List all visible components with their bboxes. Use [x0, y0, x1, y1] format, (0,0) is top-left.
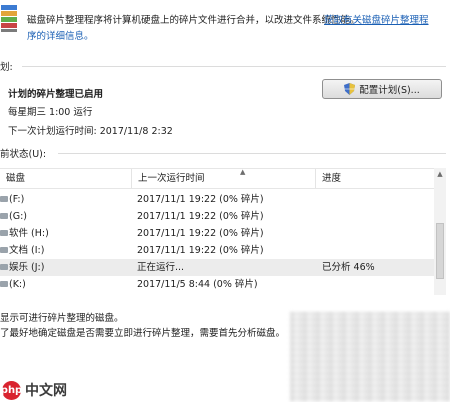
last-run: 2017/11/1 19:22 (0% 碎片) — [137, 228, 264, 239]
table-row[interactable]: (K:) 2017/11/5 8:44 (0% 碎片) — [0, 276, 434, 293]
disk-list-hint: 显示可进行碎片整理的磁盘。 — [0, 313, 124, 324]
help-link[interactable]: 获取有关磁盘碎片整理程 — [324, 12, 429, 26]
description-link-continued[interactable]: 序的详细信息。 — [27, 28, 94, 42]
last-run: 正在运行... — [137, 262, 185, 273]
table-row[interactable]: 软件 (H:) 2017/11/1 19:22 (0% 碎片) — [0, 225, 434, 242]
blurred-region — [290, 312, 450, 402]
column-header-progress[interactable]: 进度 — [316, 169, 434, 188]
last-run: 2017/11/1 19:22 (0% 碎片) — [137, 194, 264, 205]
drive-icon — [0, 196, 8, 202]
column-header-disk[interactable]: 磁盘 — [0, 169, 132, 188]
disk-name: 文档 (I:) — [9, 245, 45, 256]
drive-icon — [0, 264, 8, 270]
drive-icon — [0, 213, 8, 219]
last-run: 2017/11/1 19:22 (0% 碎片) — [137, 245, 264, 256]
status-divider — [58, 153, 446, 154]
disk-name: 娱乐 (J:) — [9, 262, 45, 273]
disk-name: 软件 (H:) — [9, 228, 49, 239]
table-row-selected[interactable]: 娱乐 (J:) 正在运行... 已分析 46% — [0, 259, 434, 276]
description-text: 磁盘碎片整理程序将计算机硬盘上的碎片文件进行合并，以改进文件系统性能。 — [27, 15, 360, 26]
disk-name: (K:) — [9, 279, 26, 290]
table-row[interactable]: (F:) 2017/11/1 19:22 (0% 碎片) — [0, 191, 434, 208]
analyze-hint: 了最好地确定磁盘是否需要立即进行碎片整理，需要首先分析磁盘。 — [0, 328, 286, 339]
disk-name: (F:) — [9, 194, 25, 205]
configure-schedule-label: 配置计划(S)... — [359, 85, 420, 96]
uac-shield-icon — [344, 83, 356, 95]
header-divider — [0, 188, 446, 189]
site-watermark: php 中文网 — [1, 380, 67, 400]
disk-name: (G:) — [9, 211, 27, 222]
table-row[interactable]: (G:) 2017/11/1 19:22 (0% 碎片) — [0, 208, 434, 225]
scroll-up-icon[interactable]: ▲ — [435, 170, 445, 180]
defragmenter-app-icon — [0, 3, 20, 33]
drive-icon — [0, 247, 8, 253]
schedule-frequency: 每星期三 1:00 运行 — [8, 107, 93, 118]
progress: 已分析 46% — [322, 262, 375, 273]
current-status-heading: 前状态(U): — [0, 149, 47, 160]
disk-table: 磁盘 上一次运行时间 进度 ▲ (F:) 2017/11/1 19:22 (0%… — [0, 168, 446, 296]
watermark-text: 中文网 — [25, 383, 67, 399]
schedule-heading: 划: — [0, 62, 13, 73]
drive-icon — [0, 281, 8, 287]
last-run: 2017/11/5 8:44 (0% 碎片) — [137, 279, 258, 290]
schedule-status: 计划的碎片整理已启用 — [8, 89, 104, 100]
scrollbar-thumb[interactable] — [436, 223, 444, 279]
schedule-next-run: 下一次计划运行时间: 2017/11/8 2:32 — [8, 126, 173, 137]
column-header-last-run[interactable]: 上一次运行时间 — [132, 169, 316, 188]
table-row[interactable]: 文档 (I:) 2017/11/1 19:22 (0% 碎片) — [0, 242, 434, 259]
drive-icon — [0, 230, 8, 236]
configure-schedule-button[interactable]: 配置计划(S)... — [322, 79, 442, 99]
last-run: 2017/11/1 19:22 (0% 碎片) — [137, 211, 264, 222]
schedule-divider — [22, 66, 446, 67]
watermark-logo-icon: php — [1, 380, 22, 400]
sort-arrow-icon: ▲ — [240, 168, 246, 176]
